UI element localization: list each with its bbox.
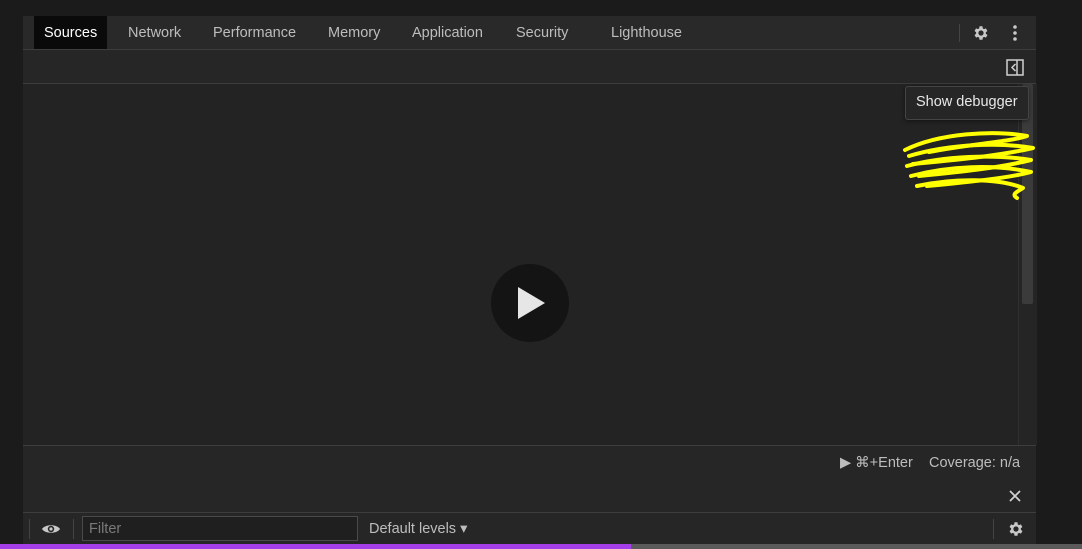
console-toolbar: Default levels ▾ bbox=[23, 513, 1036, 544]
console-filter-input[interactable] bbox=[82, 516, 358, 541]
more-options-button[interactable] bbox=[1005, 22, 1025, 44]
toolbar-divider bbox=[29, 519, 30, 539]
snippet-editor[interactable] bbox=[23, 84, 1037, 445]
settings-button[interactable] bbox=[969, 22, 993, 44]
left-gutter bbox=[0, 16, 23, 549]
close-icon bbox=[1009, 490, 1021, 502]
tab-application[interactable]: Application bbox=[402, 16, 493, 49]
show-debugger-icon bbox=[1006, 58, 1024, 76]
toolbar-divider bbox=[959, 24, 960, 42]
editor-status-bar: ▶ ⌘+Enter Coverage: n/a bbox=[23, 445, 1036, 480]
loading-progress-bar bbox=[0, 544, 1082, 549]
console-settings-button[interactable] bbox=[1005, 518, 1027, 540]
toolbar-divider bbox=[73, 519, 74, 539]
yellow-scribble-annotation bbox=[903, 131, 1035, 200]
show-debugger-tooltip: Show debugger bbox=[905, 86, 1029, 120]
right-gutter bbox=[1036, 16, 1082, 549]
tab-sources[interactable]: Sources bbox=[34, 16, 108, 49]
run-snippet-button[interactable] bbox=[491, 264, 569, 342]
run-shortcut-hint[interactable]: ▶ ⌘+Enter bbox=[840, 446, 913, 479]
tab-lighthouse[interactable]: Lighthouse bbox=[601, 16, 692, 49]
play-icon bbox=[518, 287, 545, 319]
window-top-strip bbox=[0, 0, 1082, 17]
drawer-header bbox=[23, 479, 1036, 513]
eye-icon bbox=[42, 525, 60, 533]
devtools-panel: Sources Network Performance Memory Appli… bbox=[23, 16, 1037, 549]
tab-memory[interactable]: Memory bbox=[318, 16, 390, 49]
progress-fill bbox=[0, 544, 631, 549]
devtools-tab-bar: Sources Network Performance Memory Appli… bbox=[23, 16, 1036, 50]
gear-icon bbox=[974, 26, 988, 40]
log-levels-dropdown[interactable]: Default levels ▾ bbox=[369, 513, 467, 544]
coverage-status: Coverage: n/a bbox=[929, 455, 1021, 471]
close-drawer-button[interactable] bbox=[1005, 486, 1025, 506]
toolbar-divider bbox=[993, 519, 994, 539]
secondary-toolbar bbox=[23, 50, 1036, 84]
kebab-menu-icon bbox=[1013, 25, 1017, 41]
tab-network[interactable]: Network bbox=[118, 16, 191, 49]
show-debugger-button[interactable] bbox=[1004, 57, 1026, 77]
tab-performance[interactable]: Performance bbox=[203, 16, 306, 49]
tab-security[interactable]: Security bbox=[506, 16, 578, 49]
live-expression-button[interactable] bbox=[39, 518, 63, 540]
gear-icon bbox=[1009, 522, 1023, 536]
